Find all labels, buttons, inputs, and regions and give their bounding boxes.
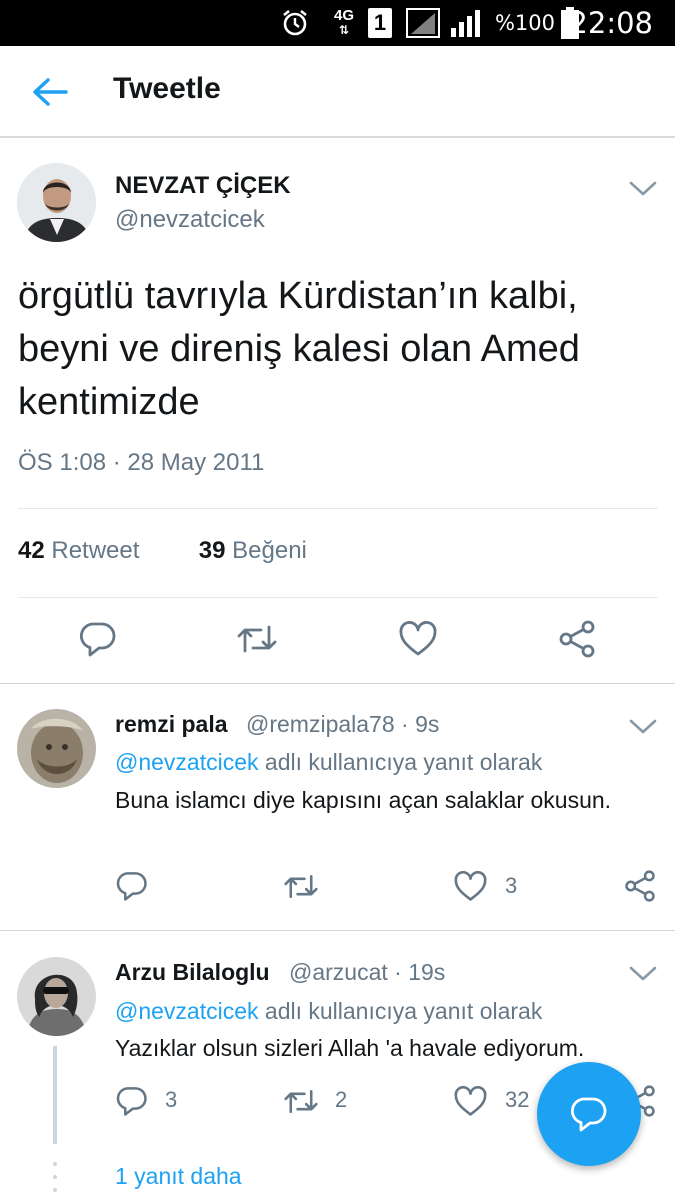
reply-icon[interactable] <box>116 870 148 907</box>
reply-time: · 19s <box>394 959 446 985</box>
reply-author-handle[interactable]: @arzucat <box>289 959 388 985</box>
battery-percent: %100 <box>494 11 555 35</box>
reply-author-handle[interactable]: @remzipala78 <box>246 711 395 737</box>
divider <box>18 508 658 509</box>
reply-icon[interactable] <box>79 620 117 663</box>
network-type-indicator: 4G ⇅ <box>334 7 355 37</box>
reply-text: Yazıklar olsun sizleri Allah 'a havale e… <box>115 1035 585 1061</box>
heart-icon[interactable] <box>454 870 487 907</box>
mention-link[interactable]: @nevzatcicek <box>115 749 259 775</box>
show-more-replies-link[interactable]: 1 yanıt daha <box>115 1163 242 1190</box>
retweet-stat[interactable]: 42 Retweet <box>18 537 139 564</box>
avatar[interactable] <box>17 163 96 242</box>
author-handle[interactable]: @nevzatcicek <box>115 206 265 234</box>
chevron-down-icon[interactable] <box>628 178 658 198</box>
author-name[interactable]: NEVZAT ÇİÇEK <box>115 172 291 200</box>
share-icon[interactable] <box>558 620 596 663</box>
like-stat[interactable]: 39 Beğeni <box>199 537 307 564</box>
like-count: 32 <box>505 1087 530 1112</box>
status-bar: 4G ⇅ 1 %100 22:08 <box>0 0 675 46</box>
retweet-icon[interactable] <box>283 1087 319 1121</box>
reply-time: · 9s <box>401 711 440 737</box>
tweet-text: örgütlü tavrıyla Kürdistan’ın kalbi, bey… <box>18 275 580 423</box>
reply-icon <box>570 1097 607 1132</box>
chevron-down-icon[interactable] <box>628 716 658 736</box>
back-arrow-icon[interactable] <box>28 74 72 110</box>
avatar[interactable] <box>17 709 96 788</box>
divider <box>0 683 675 684</box>
retweet-icon[interactable] <box>283 872 319 906</box>
share-icon[interactable] <box>624 870 656 907</box>
reply-count: 3 <box>165 1087 178 1112</box>
divider <box>18 597 658 598</box>
clock: 22:08 <box>569 6 653 40</box>
sim-indicator: 1 <box>368 0 392 46</box>
reply-meta: @remzipala78 · 9s <box>246 711 439 738</box>
reply-text: Buna islamcı diye kapısını açan salaklar… <box>115 787 612 813</box>
tweet-stats: 42 Retweet 39 Beğeni <box>18 537 307 565</box>
retweet-count: 2 <box>335 1087 348 1112</box>
page-title: Tweetle <box>113 72 221 105</box>
reply-icon[interactable] <box>116 1085 148 1122</box>
reply-meta: @arzucat · 19s <box>289 959 445 986</box>
reply-author-name[interactable]: Arzu Bilaloglu <box>115 959 270 986</box>
like-count: 3 <box>505 873 518 898</box>
divider <box>0 930 675 931</box>
reply-context: @nevzatcicek adlı kullanıcıya yanıt olar… <box>115 998 543 1024</box>
retweet-icon[interactable] <box>236 622 278 661</box>
avatar[interactable] <box>17 957 96 1036</box>
signal-bars-icon <box>450 0 482 46</box>
chevron-down-icon[interactable] <box>628 963 658 983</box>
tweet-timestamp[interactable]: ÖS 1:08 · 28 May 2011 <box>18 449 264 477</box>
thread-line <box>53 1046 57 1144</box>
compose-reply-button[interactable] <box>537 1062 641 1166</box>
reply-context: @nevzatcicek adlı kullanıcıya yanıt olar… <box>115 749 543 775</box>
heart-icon[interactable] <box>399 621 437 662</box>
reply-author-name[interactable]: remzi pala <box>115 711 228 738</box>
alarm-icon <box>280 0 310 46</box>
signal-icon <box>406 0 440 46</box>
heart-icon[interactable] <box>454 1085 487 1122</box>
mention-link[interactable]: @nevzatcicek <box>115 998 259 1024</box>
app-header: Tweetle <box>0 46 675 138</box>
